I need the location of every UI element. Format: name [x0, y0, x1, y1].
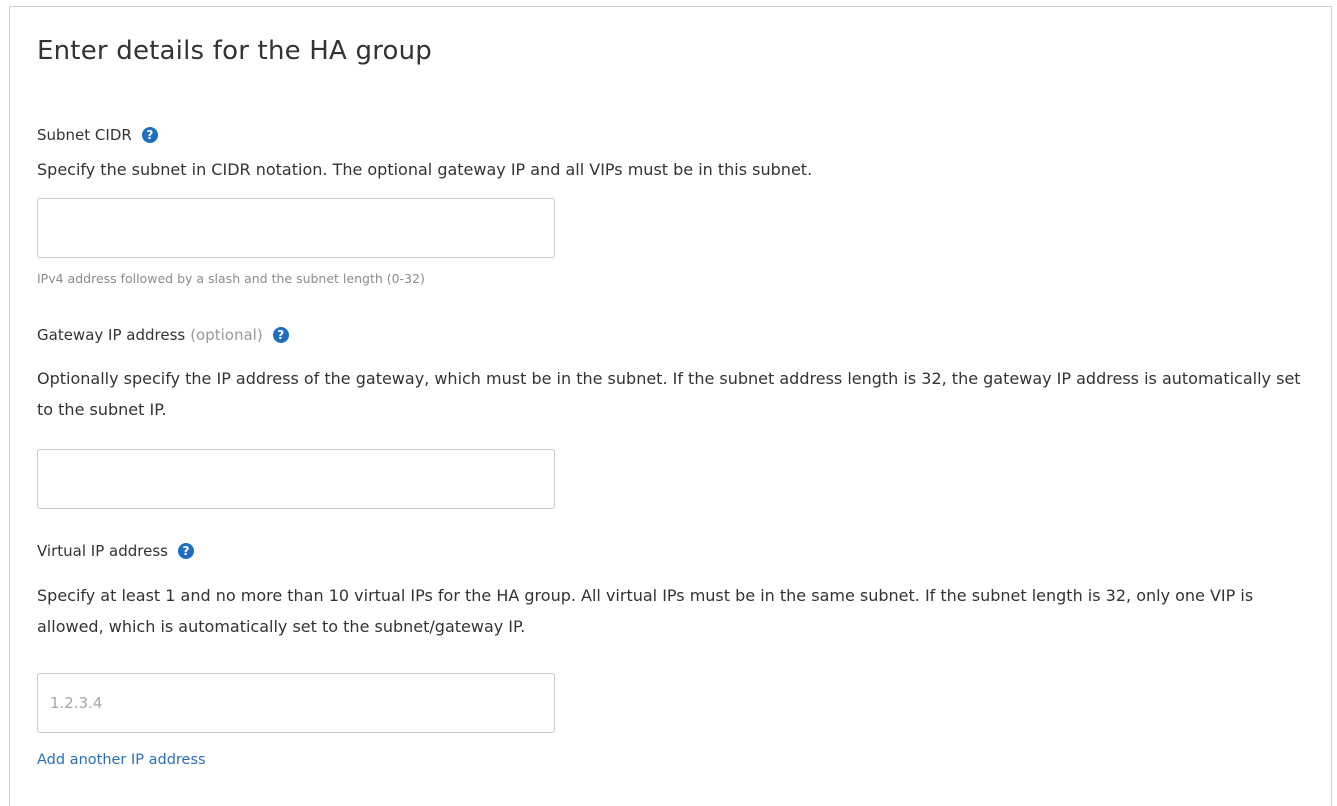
optional-tag: (optional) [190, 326, 263, 344]
subnet-cidr-description: Specify the subnet in CIDR notation. The… [37, 160, 813, 179]
page-title: Enter details for the HA group [37, 36, 432, 66]
subnet-cidr-label: Subnet CIDR ? [37, 126, 158, 144]
subnet-cidr-hint: IPv4 address followed by a slash and the… [37, 271, 425, 286]
gateway-ip-label-text: Gateway IP address [37, 326, 186, 344]
add-ip-address-link[interactable]: Add another IP address [37, 752, 206, 768]
gateway-ip-input[interactable] [37, 449, 555, 509]
subnet-cidr-label-text: Subnet CIDR [37, 126, 132, 144]
subnet-cidr-help-icon[interactable]: ? [141, 127, 158, 143]
gateway-ip-label: Gateway IP address (optional) ? [37, 326, 289, 344]
gateway-ip-description: Optionally specify the IP address of the… [37, 369, 1301, 419]
virtual-ip-description: Specify at least 1 and no more than 10 v… [37, 586, 1254, 636]
virtual-ip-label: Virtual IP address ? [37, 542, 194, 560]
gateway-ip-help-icon[interactable]: ? [272, 327, 289, 343]
virtual-ip-help-icon[interactable]: ? [177, 543, 194, 559]
virtual-ip-label-text: Virtual IP address [37, 542, 168, 560]
virtual-ip-input[interactable] [37, 673, 555, 733]
ha-group-details-panel: Enter details for the HA group Subnet CI… [9, 6, 1332, 806]
subnet-cidr-input[interactable] [37, 198, 555, 258]
